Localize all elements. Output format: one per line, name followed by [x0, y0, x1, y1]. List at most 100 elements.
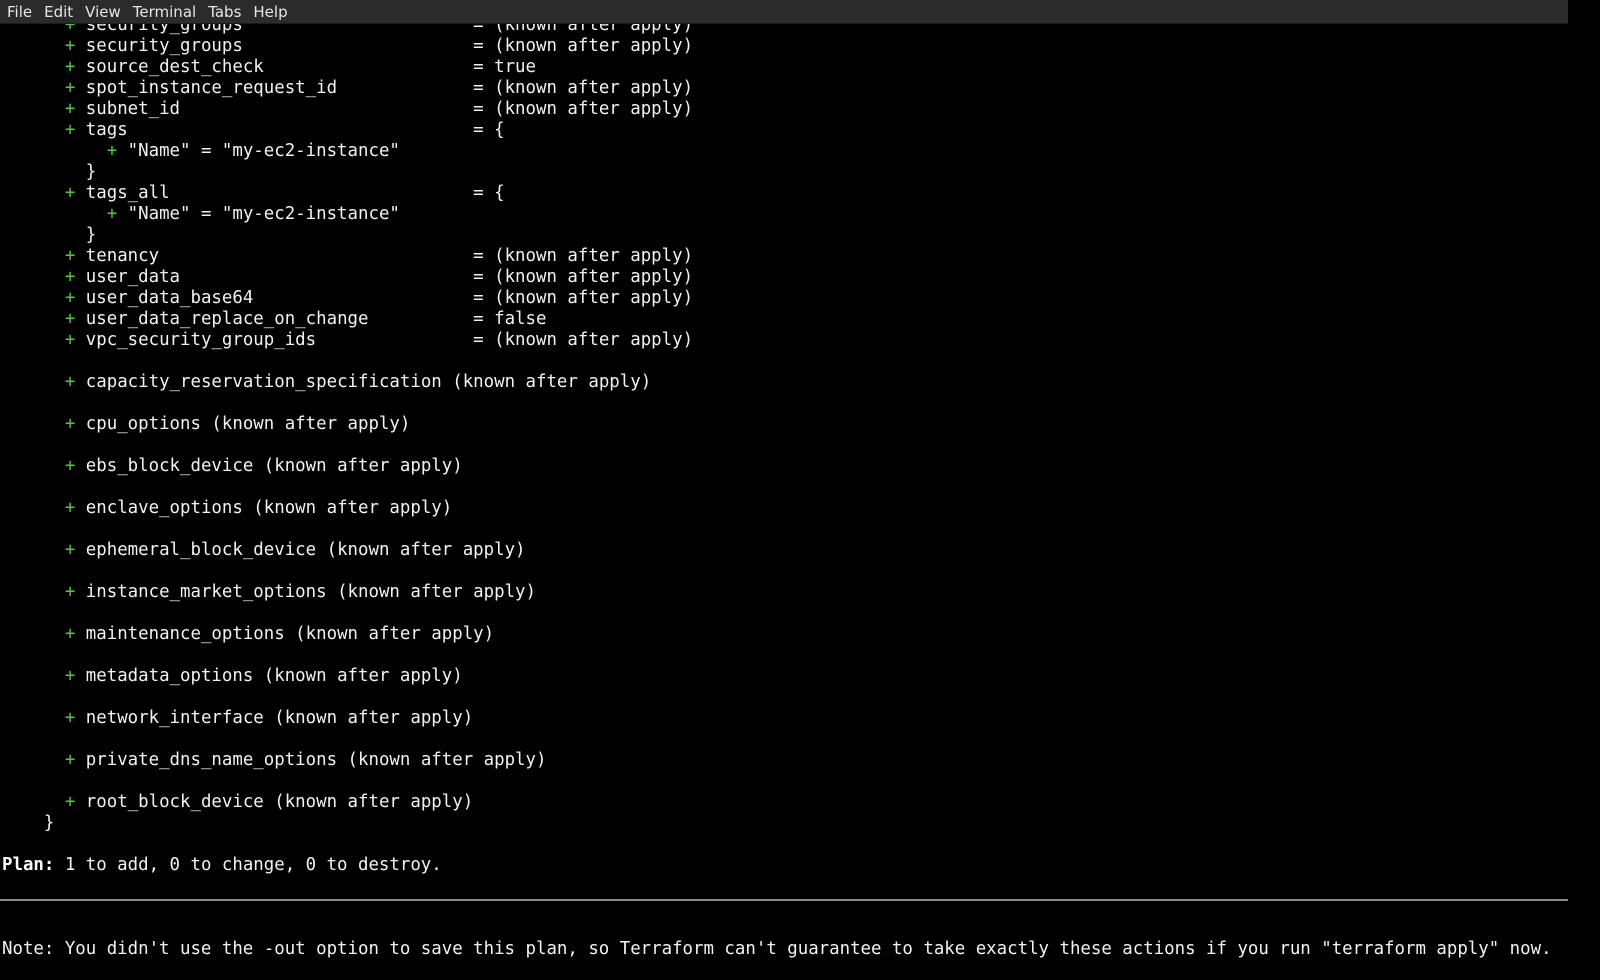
- terminal-line: + tenancy = (known after apply): [2, 246, 1552, 267]
- plan-text: 1 to add, 0 to change, 0 to destroy.: [54, 855, 442, 875]
- line-text: spot_instance_request_id = (known after …: [75, 78, 694, 98]
- terminal-line: + spot_instance_request_id = (known afte…: [2, 78, 1552, 99]
- line-text: instance_market_options (known after app…: [75, 582, 536, 602]
- plus-marker: +: [106, 141, 118, 161]
- line-text: tags = {: [75, 120, 505, 140]
- plus-marker: +: [64, 120, 76, 140]
- terminal-line: + source_dest_check = true: [2, 57, 1552, 78]
- terminal-line: + user_data_base64 = (known after apply): [2, 288, 1552, 309]
- plus-marker: +: [64, 288, 76, 308]
- terminal-line: + maintenance_options (known after apply…: [2, 624, 1552, 645]
- line-text: source_dest_check = true: [75, 57, 536, 77]
- plus-marker: +: [64, 24, 76, 35]
- menu-help[interactable]: Help: [248, 1, 294, 23]
- plus-marker: +: [64, 708, 76, 728]
- plus-marker: +: [106, 204, 118, 224]
- line-text: vpc_security_group_ids = (known after ap…: [75, 330, 694, 350]
- line-text: }: [2, 813, 55, 833]
- menu-bar: File Edit View Terminal Tabs Help: [0, 0, 1568, 24]
- plus-marker: +: [64, 540, 76, 560]
- line-text: tags_all = {: [75, 183, 505, 203]
- line-text: user_data_base64 = (known after apply): [75, 288, 694, 308]
- line-text: cpu_options (known after apply): [75, 414, 411, 434]
- menu-view[interactable]: View: [80, 1, 128, 23]
- terminal-line: + subnet_id = (known after apply): [2, 99, 1552, 120]
- line-text: user_data = (known after apply): [75, 267, 694, 287]
- plus-marker: +: [64, 666, 76, 686]
- plus-marker: +: [64, 582, 76, 602]
- line-text: user_data_replace_on_change = false: [75, 309, 547, 329]
- plus-marker: +: [64, 372, 76, 392]
- plus-marker: +: [64, 57, 76, 77]
- plus-marker: +: [64, 624, 76, 644]
- terminal-output[interactable]: + security_groups = (known after apply) …: [0, 24, 1568, 960]
- terminal-line: + ephemeral_block_device (known after ap…: [2, 540, 1552, 561]
- menu-file[interactable]: File: [2, 1, 39, 23]
- plus-marker: +: [64, 498, 76, 518]
- line-text: security_groups = (known after apply): [75, 24, 694, 35]
- separator-rule: [0, 899, 1568, 901]
- line-text: private_dns_name_options (known after ap…: [75, 750, 547, 770]
- line-text: security_groups = (known after apply): [75, 36, 694, 56]
- terminal-line: + ebs_block_device (known after apply): [2, 456, 1552, 477]
- plus-marker: +: [64, 99, 76, 119]
- terminal-line: + metadata_options (known after apply): [2, 666, 1552, 687]
- menu-edit[interactable]: Edit: [39, 1, 80, 23]
- terminal-line: + user_data = (known after apply): [2, 267, 1552, 288]
- plus-marker: +: [64, 414, 76, 434]
- line-text: }: [2, 225, 97, 245]
- plan-summary: Plan: 1 to add, 0 to change, 0 to destro…: [2, 855, 1552, 876]
- terminal-line: }: [2, 225, 1552, 246]
- plus-marker: +: [64, 330, 76, 350]
- terminal-line: + security_groups = (known after apply): [2, 36, 1552, 57]
- line-text: network_interface (known after apply): [75, 708, 474, 728]
- terminal-line: + "Name" = "my-ec2-instance": [2, 204, 1552, 225]
- line-text: capacity_reservation_specification (know…: [75, 372, 652, 392]
- terminal-line: + tags = {: [2, 120, 1552, 141]
- terminal-line: }: [2, 813, 1552, 834]
- line-text: ephemeral_block_device (known after appl…: [75, 540, 526, 560]
- line-text: "Name" = "my-ec2-instance": [117, 204, 400, 224]
- menu-terminal[interactable]: Terminal: [128, 1, 203, 23]
- menu-tabs[interactable]: Tabs: [203, 1, 248, 23]
- terminal-line: + user_data_replace_on_change = false: [2, 309, 1552, 330]
- terminal-lines: + security_groups = (known after apply) …: [2, 24, 1552, 960]
- plus-marker: +: [64, 78, 76, 98]
- plus-marker: +: [64, 792, 76, 812]
- terminal-line: + private_dns_name_options (known after …: [2, 750, 1552, 771]
